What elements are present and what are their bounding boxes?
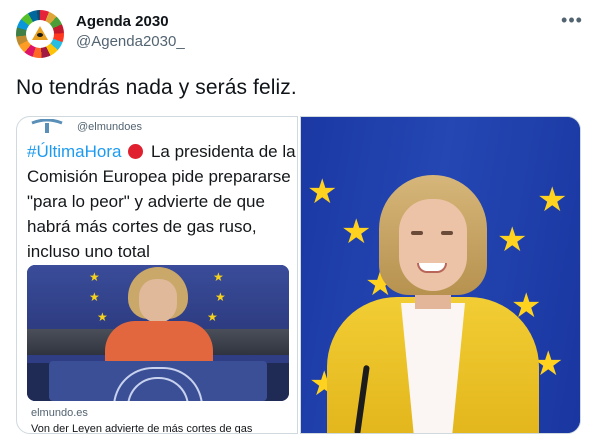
link-title[interactable]: Von der Leyen advierte de más cortes de …: [31, 423, 252, 433]
speaker-face: [139, 279, 177, 323]
tweet-image-right[interactable]: ★ ★ ★ ★ ★ ★ ★ ★: [300, 116, 581, 434]
eu-star-icon: ★: [89, 290, 100, 304]
user-handle[interactable]: @Agenda2030_: [76, 33, 185, 50]
hashtag-link[interactable]: #ÚltimaHora: [27, 142, 121, 161]
eu-star-icon: ★: [307, 173, 338, 211]
red-circle-icon: [128, 144, 144, 159]
eye-icon: [37, 33, 43, 37]
eu-star-icon: ★: [89, 270, 100, 284]
eu-star-icon: ★: [207, 310, 218, 324]
tweet-text: No tendrás nada y serás feliz.: [16, 76, 297, 99]
eu-star-icon: ★: [497, 221, 528, 259]
eu-star-icon: ★: [341, 213, 372, 251]
display-name[interactable]: Agenda 2030: [76, 13, 169, 30]
face: [399, 199, 467, 291]
elmundo-logo-icon: [31, 119, 63, 133]
avatar-emblem: [26, 20, 54, 48]
eu-star-icon: ★: [97, 310, 108, 324]
right-eye: [441, 231, 453, 235]
left-eye: [411, 231, 423, 235]
eu-star-icon: ★: [213, 270, 224, 284]
headline: #ÚltimaHora La presidenta de la Comisión…: [27, 139, 297, 264]
eu-star-icon: ★: [215, 290, 226, 304]
tweet[interactable]: Agenda 2030 @Agenda2030_ ••• No tendrás …: [0, 0, 609, 436]
article-photo: ★ ★ ★ ★ ★ ★: [27, 265, 289, 401]
source-handle: @elmundoes: [77, 121, 142, 133]
eu-star-icon: ★: [537, 181, 568, 219]
more-horizontal-icon[interactable]: •••: [560, 11, 584, 32]
avatar[interactable]: [16, 10, 64, 58]
link-site[interactable]: elmundo.es: [31, 407, 88, 419]
tweet-image-left[interactable]: @elmundoes #ÚltimaHora La presidenta de …: [16, 116, 298, 434]
